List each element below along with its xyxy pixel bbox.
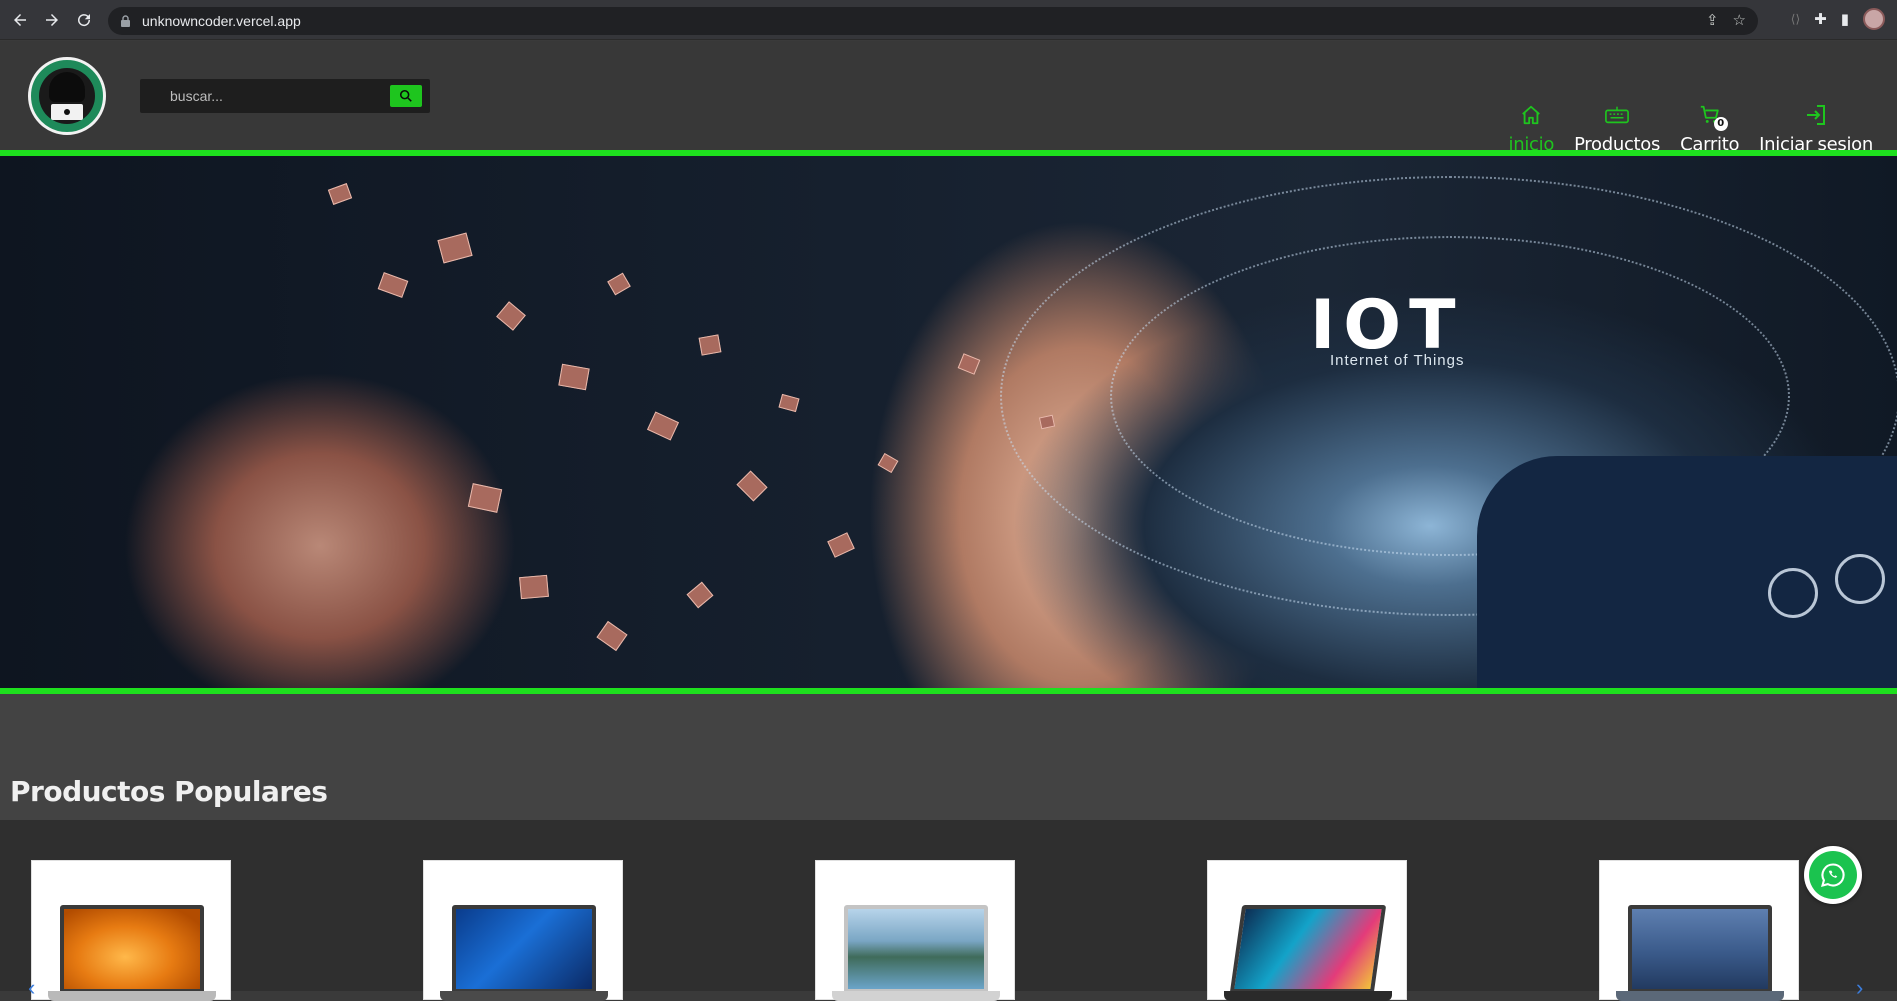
virus-shard [607, 272, 631, 296]
laptop-colorful-image [1229, 905, 1387, 993]
search-icon [399, 89, 412, 102]
suit-sleeve [1477, 456, 1897, 688]
browser-extensions: ⟨⟩ ✚ ▮ [1791, 8, 1885, 30]
carousel-prev-icon[interactable]: ‹ [28, 975, 35, 1001]
nav-iniciar-sesion[interactable]: Iniciar sesion [1759, 101, 1873, 155]
product-card[interactable] [423, 860, 623, 1001]
sidepanel-icon[interactable]: ▮ [1841, 10, 1849, 28]
address-bar[interactable]: unknowncoder.vercel.app ⇪ ☆ [108, 7, 1758, 35]
laptop-base [1616, 991, 1784, 1001]
laptop-windows-image [452, 905, 596, 993]
virus-shard [558, 363, 590, 391]
whatsapp-icon [1809, 851, 1857, 899]
iot-subheading: Internet of Things [1330, 352, 1465, 369]
virus-shard [698, 334, 722, 356]
virus-shard [519, 574, 549, 600]
main-nav: inicio Productos 0 Carrito Iniciar sesio… [1509, 101, 1873, 155]
product-card[interactable] [31, 860, 231, 1001]
nav-inicio[interactable]: inicio [1509, 101, 1554, 155]
cufflink [1768, 568, 1818, 618]
laptop-base [48, 991, 216, 1001]
laptop-blue-ocean-image [1628, 905, 1772, 993]
bookmark-star-icon[interactable]: ☆ [1733, 11, 1746, 29]
logo-dot [64, 109, 70, 115]
laptop-base [832, 991, 1000, 1001]
product-card[interactable] [815, 860, 1015, 1001]
home-icon [1517, 101, 1545, 129]
laptop-orange-flower-image [60, 905, 204, 993]
virus-shard [778, 393, 800, 413]
virus-shard [686, 581, 714, 609]
virus-shard [736, 470, 768, 502]
site-logo[interactable] [28, 57, 106, 135]
login-icon [1802, 101, 1830, 129]
search-bar [140, 79, 430, 113]
url-text[interactable]: unknowncoder.vercel.app [142, 13, 301, 29]
puzzle-icon[interactable]: ✚ [1814, 10, 1827, 28]
virus-shard [827, 532, 855, 558]
forward-icon[interactable] [38, 6, 66, 34]
virus-shard [437, 232, 473, 264]
virus-shard [377, 272, 409, 298]
virus-shard [496, 301, 526, 331]
address-bar-actions: ⇪ ☆ [1706, 11, 1746, 29]
nav-productos[interactable]: Productos [1574, 101, 1660, 155]
lock-icon[interactable] [120, 15, 132, 27]
product-card[interactable] [1599, 860, 1799, 1001]
share-icon[interactable]: ⇪ [1706, 11, 1719, 29]
keyboard-icon [1603, 101, 1631, 129]
virus-shard [467, 483, 503, 513]
cart-count-badge: 0 [1713, 117, 1728, 131]
cufflink [1835, 554, 1885, 604]
back-icon[interactable] [6, 6, 34, 34]
laptop-base [1224, 991, 1392, 1001]
popular-products-title: Productos Populares [10, 775, 328, 808]
virus-shard [646, 411, 680, 441]
product-card[interactable] [1207, 860, 1407, 1001]
nav-carrito[interactable]: 0 Carrito [1680, 101, 1739, 155]
cart-icon: 0 [1696, 101, 1728, 131]
virus-shard [957, 353, 981, 375]
virus-shard [327, 183, 353, 205]
browser-toolbar: unknowncoder.vercel.app ⇪ ☆ ⟨⟩ ✚ ▮ [0, 0, 1897, 40]
virus-shard [877, 452, 899, 474]
extension-icon[interactable]: ⟨⟩ [1791, 12, 1800, 26]
virus-shard [596, 620, 628, 652]
profile-avatar[interactable] [1863, 8, 1885, 30]
reload-icon[interactable] [70, 6, 98, 34]
whatsapp-button[interactable] [1804, 846, 1862, 904]
hero-banner: IOT Internet of Things [0, 150, 1897, 694]
site-header: inicio Productos 0 Carrito Iniciar sesio… [0, 41, 1897, 155]
laptop-base [440, 991, 608, 1001]
laptop-mountain-lake-image [844, 905, 988, 993]
carousel-next-icon[interactable]: › [1856, 975, 1863, 1001]
search-input[interactable] [140, 79, 390, 113]
search-button[interactable] [390, 85, 422, 107]
hacker-hood-icon [49, 72, 85, 102]
